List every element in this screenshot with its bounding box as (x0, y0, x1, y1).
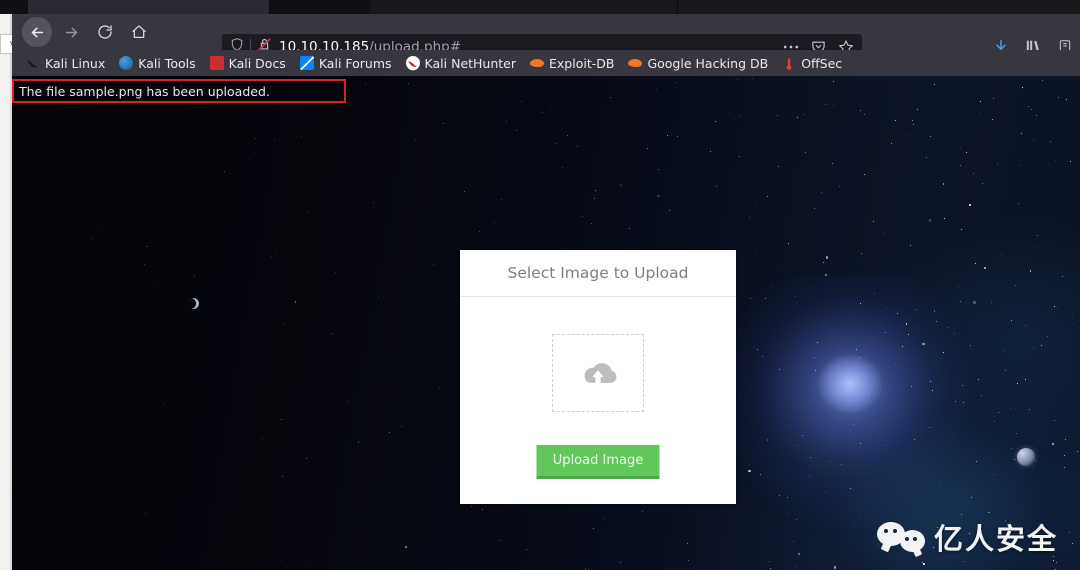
exploitdb-icon (530, 59, 545, 67)
upload-image-button[interactable]: Upload Image (536, 445, 660, 479)
bookmark-kali-forums[interactable]: Kali Forums (299, 55, 392, 71)
forward-button[interactable] (56, 17, 86, 47)
page-viewport: The file sample.png has been uploaded. S… (12, 76, 1080, 570)
bookmark-kali-tools[interactable]: Kali Tools (119, 55, 196, 71)
browser-tab[interactable] (370, 0, 678, 14)
browser-tab[interactable] (28, 0, 270, 14)
browser-tab-strip[interactable] (0, 0, 1080, 14)
browser-tab[interactable] (678, 0, 1080, 14)
background-window-panel (0, 14, 10, 570)
kali-tools-icon (119, 56, 134, 70)
upload-card: Select Image to Upload Upload Image (460, 250, 736, 504)
bookmark-label: Kali Tools (138, 55, 196, 71)
upload-card-body: Upload Image (460, 297, 736, 504)
status-text: The file sample.png has been uploaded. (19, 83, 270, 99)
bookmark-kali-linux[interactable]: Kali Linux (26, 56, 105, 71)
watermark: 亿人安全 (876, 516, 1058, 558)
page-title: Select Image to Upload (507, 264, 689, 282)
bookmark-kali-nethunter[interactable]: Kali NetHunter (405, 55, 517, 71)
wechat-icon (876, 520, 925, 554)
reload-button[interactable] (90, 17, 120, 47)
kali-forums-icon (299, 56, 314, 70)
offsec-icon (782, 56, 796, 70)
upload-card-header: Select Image to Upload (460, 250, 736, 297)
bookmark-google-hacking-db[interactable]: Google Hacking DB (628, 56, 768, 71)
browser-toolbar: 10.10.10.185/upload.php# (12, 14, 1080, 59)
cloud-upload-icon (575, 356, 621, 390)
kali-dragon-icon (26, 56, 40, 70)
upload-status-message: The file sample.png has been uploaded. (12, 79, 346, 103)
kali-docs-icon (209, 56, 224, 70)
bookmark-label: Kali Docs (228, 55, 286, 71)
bookmark-label: Kali Forums (318, 55, 392, 71)
back-button[interactable] (22, 17, 52, 47)
bookmark-offsec[interactable]: OffSec (782, 56, 842, 71)
bookmark-exploit-db[interactable]: Exploit-DB (530, 56, 614, 71)
watermark-text: 亿人安全 (933, 522, 1058, 556)
bookmark-label: Kali NetHunter (424, 55, 517, 71)
forward-arrow-icon (63, 24, 80, 41)
background-window-edge: vm (0, 14, 26, 570)
ghdb-icon (628, 59, 643, 67)
file-dropzone[interactable] (552, 334, 644, 412)
ellipsis-icon[interactable] (783, 44, 799, 50)
bookmark-label: Exploit-DB (549, 55, 615, 71)
kali-nethunter-icon (405, 56, 420, 71)
home-icon (131, 24, 147, 40)
back-arrow-icon (29, 24, 46, 41)
bookmark-label: Google Hacking DB (647, 55, 769, 71)
reload-icon (97, 24, 113, 40)
bookmark-label: Kali Linux (45, 55, 106, 71)
screen: vm (0, 0, 1080, 570)
bookmark-label: OffSec (801, 55, 843, 71)
bookmark-kali-docs[interactable]: Kali Docs (209, 55, 286, 71)
home-button[interactable] (124, 17, 154, 47)
bookmarks-bar: Kali Linux Kali Tools Kali Docs Kali For… (12, 50, 1080, 76)
